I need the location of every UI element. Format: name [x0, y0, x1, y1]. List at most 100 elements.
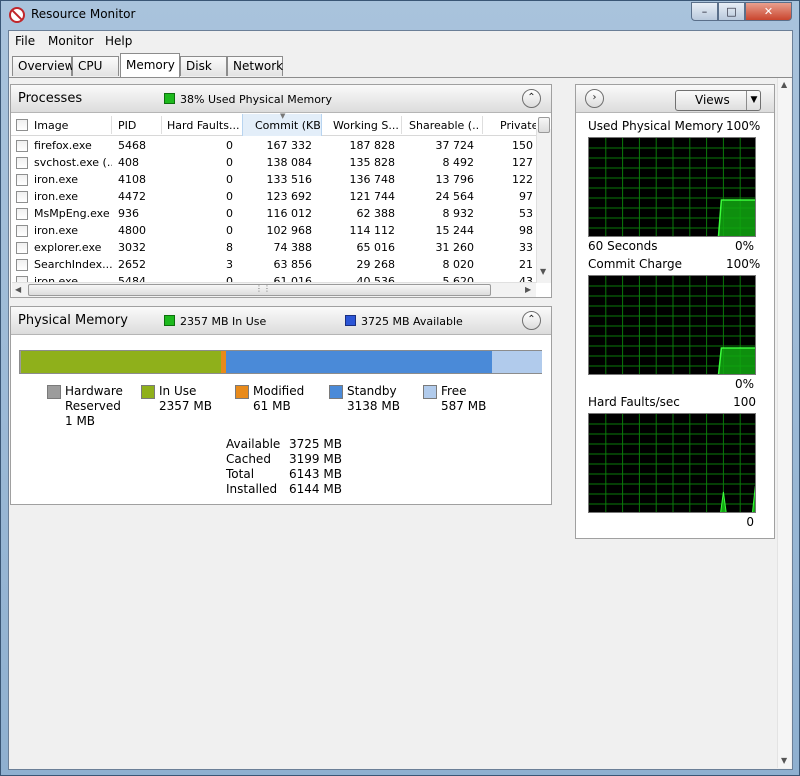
table-row[interactable]: iron.exe 4108 0 133 516 136 748 13 796 122 [11, 171, 538, 188]
cell-working-set: 65 016 [356, 241, 396, 254]
table-row[interactable]: SearchIndex... 2652 3 63 856 29 268 8 020 21 [11, 256, 538, 273]
scroll-left-icon[interactable]: ◀ [15, 285, 21, 294]
menu-monitor[interactable]: Monitor [48, 34, 94, 48]
physical-memory-title: Physical Memory [18, 313, 128, 328]
physical-memory-collapse-button[interactable]: ⌃ [522, 311, 541, 330]
legend-value: 61 MB [253, 399, 291, 413]
processes-header[interactable]: Processes 38% Used Physical Memory ⌃ [11, 85, 551, 113]
table-row[interactable]: svchost.exe (... 408 0 138 084 135 828 8 492 1… [11, 154, 538, 171]
legend-text: Modified 61 MB [253, 384, 304, 414]
legend-text: In Use 2357 MB [159, 384, 212, 414]
row-checkbox[interactable] [16, 140, 28, 152]
cell-hard-faults: 0 [226, 139, 233, 152]
cell-shareable: 24 564 [435, 190, 475, 203]
tab-network[interactable]: Network [227, 56, 283, 76]
column-hard-faults[interactable]: Hard Faults... [167, 119, 241, 132]
legend-label2: Reserved [65, 399, 121, 413]
processes-vertical-scrollbar[interactable]: ▲ ▼ [536, 116, 551, 283]
column-pid[interactable]: PID [118, 119, 163, 132]
cell-image: firefox.exe [34, 139, 92, 152]
row-checkbox[interactable] [16, 208, 28, 220]
tab-overview[interactable]: Overview [12, 56, 75, 76]
main-scroll-down-icon[interactable]: ▼ [781, 756, 787, 765]
views-button[interactable]: Views ▼ [675, 90, 761, 111]
available-summary: 3725 MB Available [361, 315, 463, 328]
column-image[interactable]: Image [34, 119, 109, 132]
cell-pid: 3032 [118, 241, 146, 254]
processes-horizontal-scrollbar[interactable]: ◀ ⋮⋮ ▶ [12, 282, 536, 297]
legend-swatch [423, 385, 437, 399]
cell-private: 97 [519, 190, 533, 203]
minimize-button[interactable]: – [691, 2, 718, 21]
cell-pid: 4800 [118, 224, 146, 237]
column-divider[interactable] [482, 116, 483, 134]
cell-working-set: 40 536 [356, 275, 396, 282]
row-checkbox[interactable] [16, 242, 28, 254]
column-divider[interactable] [111, 116, 112, 134]
cell-commit: 123 692 [266, 190, 313, 203]
memory-usage-bar [19, 350, 542, 374]
cell-commit: 74 388 [273, 241, 313, 254]
menu-help[interactable]: Help [105, 34, 132, 48]
legend-text: Hardware Reserved 1 MB [65, 384, 123, 429]
cell-shareable: 8 020 [442, 258, 475, 271]
stat-label: Total [226, 467, 255, 481]
tab-cpu[interactable]: CPU [72, 56, 119, 76]
main-scroll-up-icon[interactable]: ▲ [781, 80, 787, 89]
scroll-down-icon[interactable]: ▼ [540, 267, 546, 276]
processes-collapse-button[interactable]: ⌃ [522, 89, 541, 108]
select-all-checkbox[interactable] [16, 119, 28, 131]
table-row[interactable]: explorer.exe 3032 8 74 388 65 016 31 260 33 [11, 239, 538, 256]
views-dropdown-icon[interactable]: ▼ [746, 91, 761, 110]
table-row[interactable]: MsMpEng.exe 936 0 116 012 62 388 8 932 53 [11, 205, 538, 222]
close-button[interactable]: ✕ [745, 2, 792, 21]
column-private[interactable]: Private [500, 119, 536, 132]
cell-pid: 4108 [118, 173, 146, 186]
row-checkbox[interactable] [16, 225, 28, 237]
tab-disk[interactable]: Disk [180, 56, 227, 76]
title-bar[interactable]: Resource Monitor – □ ✕ [1, 1, 799, 29]
cell-commit: 102 968 [266, 224, 313, 237]
maximize-button[interactable]: □ [718, 2, 745, 21]
cell-image: iron.exe [34, 190, 79, 203]
processes-status: 38% Used Physical Memory [180, 93, 332, 106]
stat-value: 6143 MB [289, 467, 342, 481]
menu-file[interactable]: File [15, 34, 35, 48]
cell-pid: 5468 [118, 139, 146, 152]
scroll-right-icon[interactable]: ▶ [525, 285, 531, 294]
table-row[interactable]: iron.exe 4472 0 123 692 121 744 24 564 97 [11, 188, 538, 205]
cell-working-set: 135 828 [349, 156, 396, 169]
table-row[interactable]: iron.exe 4800 0 102 968 114 112 15 244 98 [11, 222, 538, 239]
physical-memory-header[interactable]: Physical Memory 2357 MB In Use 3725 MB A… [11, 307, 551, 335]
graph-title: Used Physical Memory [588, 119, 724, 133]
column-divider[interactable] [161, 116, 162, 134]
vertical-scroll-thumb[interactable] [538, 117, 550, 133]
row-checkbox[interactable] [16, 191, 28, 203]
graph-title: Hard Faults/sec [588, 395, 680, 409]
tab-memory[interactable]: Memory [120, 53, 180, 77]
window-title: Resource Monitor [31, 7, 136, 21]
column-working-set[interactable]: Working S... [333, 119, 401, 132]
row-checkbox[interactable] [16, 174, 28, 186]
graph-area [718, 348, 755, 374]
cell-pid: 4472 [118, 190, 146, 203]
column-divider[interactable] [401, 116, 402, 134]
tab-strip: Overview CPU Memory Disk Network [9, 51, 792, 77]
column-commit[interactable]: Commit (KB) [255, 119, 321, 132]
graph-time-label: 60 Seconds [588, 239, 658, 253]
cell-private: 43 [519, 275, 533, 282]
cell-commit: 167 332 [266, 139, 313, 152]
row-checkbox[interactable] [16, 259, 28, 271]
row-checkbox[interactable] [16, 157, 28, 169]
main-vertical-scrollbar[interactable]: ▲ ▼ [777, 78, 791, 768]
graph-canvas [588, 275, 756, 375]
cell-hard-faults: 3 [226, 258, 233, 271]
table-row[interactable]: iron.exe 5484 0 61 016 40 536 5 620 43 [11, 273, 538, 282]
cell-working-set: 29 268 [356, 258, 396, 271]
expand-graphs-button[interactable]: › [585, 89, 604, 108]
table-row[interactable]: firefox.exe 5468 0 167 332 187 828 37 724 150 [11, 137, 538, 154]
column-shareable[interactable]: Shareable (... [409, 119, 479, 132]
cell-hard-faults: 0 [226, 173, 233, 186]
client-area: File Monitor Help Overview CPU Memory Di… [8, 30, 793, 770]
stat-label: Installed [226, 482, 278, 496]
